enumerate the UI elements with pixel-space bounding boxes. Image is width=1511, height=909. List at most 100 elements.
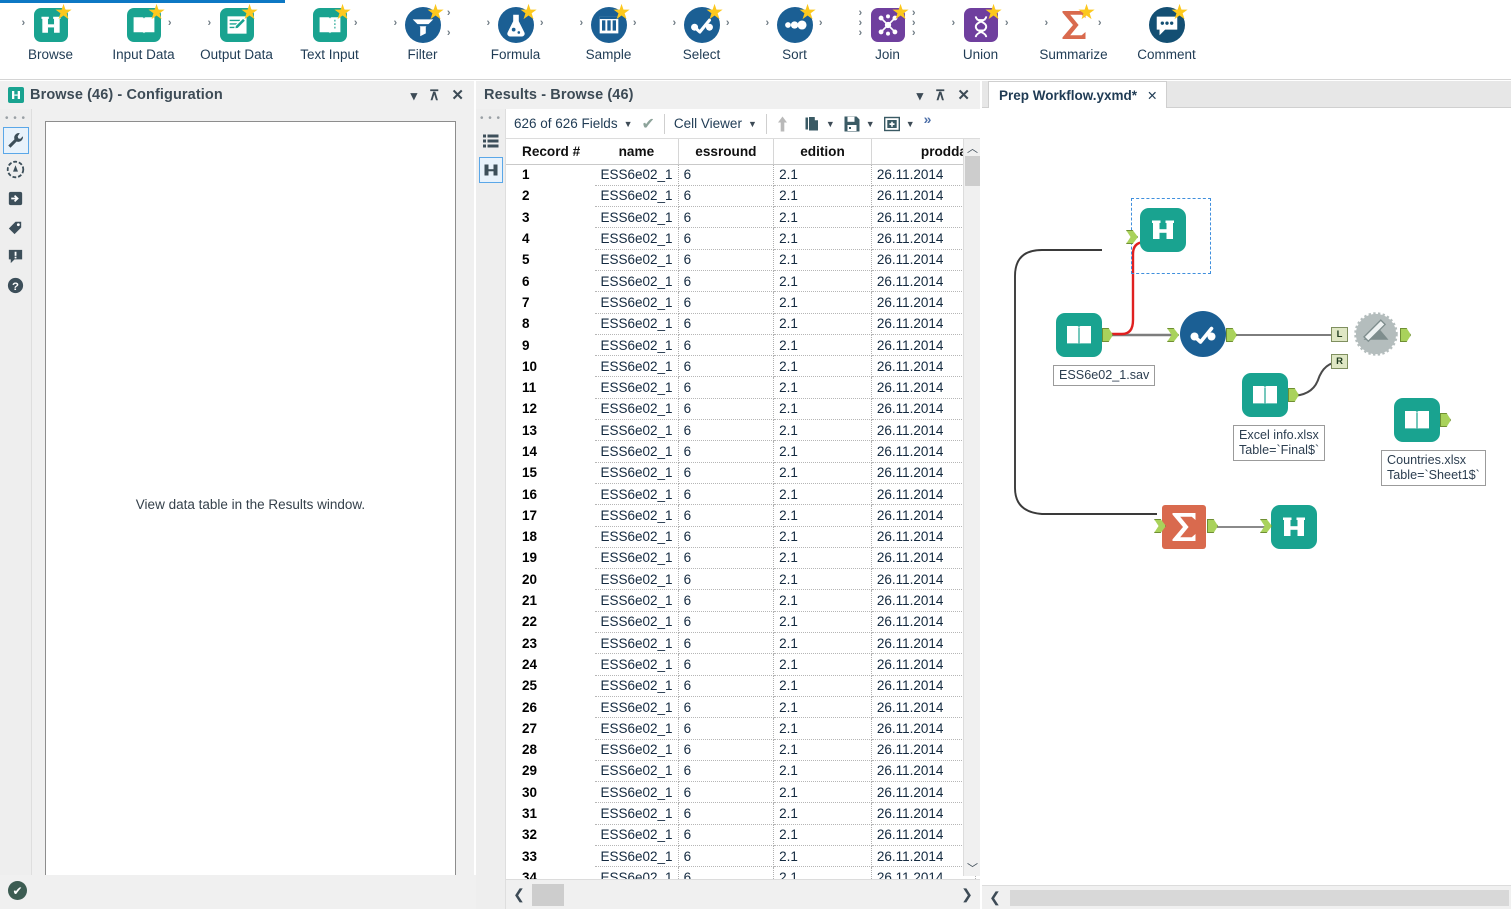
ribbon-tool-sample[interactable]: › › ★ Sample: [562, 0, 655, 72]
table-cell[interactable]: 6: [678, 313, 775, 335]
table-cell[interactable]: 6: [678, 270, 775, 293]
table-cell[interactable]: 6: [678, 568, 775, 591]
column-header[interactable]: proddat: [871, 139, 976, 165]
chevron-left-icon[interactable]: ❮: [506, 886, 532, 903]
table-cell[interactable]: 6: [678, 227, 775, 250]
table-cell[interactable]: 2.1: [773, 270, 872, 293]
input-anchor[interactable]: [1167, 328, 1179, 342]
ribbon-tool-text-input[interactable]: › ★ Text Input: [283, 0, 376, 72]
table-cell[interactable]: 26.11.2014: [871, 632, 977, 655]
record-number-cell[interactable]: 22: [506, 611, 595, 632]
table-cell[interactable]: 6: [678, 802, 775, 825]
table-cell[interactable]: ESS6e02_1: [595, 802, 679, 825]
table-cell[interactable]: 6: [678, 249, 775, 271]
table-cell[interactable]: ESS6e02_1: [595, 206, 679, 229]
record-number-cell[interactable]: 18: [506, 526, 595, 547]
table-cell[interactable]: 2.1: [773, 739, 872, 761]
favorite-star-icon[interactable]: ★: [611, 2, 633, 24]
canvas-node-select[interactable]: [1167, 311, 1237, 357]
table-row[interactable]: 24 ESS6e02_1 6 2.1 26.11.2014: [506, 653, 977, 676]
favorite-star-icon[interactable]: ★: [704, 2, 726, 24]
table-cell[interactable]: 2.1: [773, 483, 872, 506]
table-cell[interactable]: 2.1: [773, 227, 872, 250]
ribbon-tool-join[interactable]: › › › › › › ★ Join: [841, 0, 934, 72]
table-cell[interactable]: ESS6e02_1: [595, 760, 679, 783]
favorite-star-icon[interactable]: ★: [239, 2, 261, 24]
double-chevron-icon[interactable]: »: [924, 111, 932, 127]
table-cell[interactable]: 6: [678, 589, 775, 612]
table-cell[interactable]: 26.11.2014: [871, 185, 977, 208]
table-cell[interactable]: 2.1: [773, 653, 872, 676]
table-cell[interactable]: 2.1: [773, 313, 872, 335]
table-row[interactable]: 16 ESS6e02_1 6 2.1 26.11.2014: [506, 483, 977, 506]
table-row[interactable]: 23 ESS6e02_1 6 2.1 26.11.2014: [506, 632, 977, 655]
table-row[interactable]: 9 ESS6e02_1 6 2.1 26.11.2014: [506, 334, 977, 357]
chevron-down-icon[interactable]: ▾: [917, 89, 924, 102]
record-number-cell[interactable]: 6: [506, 270, 595, 291]
record-number-cell[interactable]: 24: [506, 654, 595, 675]
ribbon-tool-input-data[interactable]: › ★ Input Data: [97, 0, 190, 72]
table-cell[interactable]: 2.1: [773, 717, 872, 740]
table-cell[interactable]: 26.11.2014: [871, 334, 977, 357]
table-cell[interactable]: 26.11.2014: [871, 760, 977, 783]
table-row[interactable]: 7 ESS6e02_1 6 2.1 26.11.2014: [506, 291, 977, 314]
table-row[interactable]: 31 ESS6e02_1 6 2.1 26.11.2014: [506, 802, 977, 825]
column-header[interactable]: essround: [678, 139, 775, 165]
table-cell[interactable]: ESS6e02_1: [595, 313, 679, 335]
canvas-horizontal-scrollbar[interactable]: ❮: [982, 885, 1511, 909]
record-number-cell[interactable]: 14: [506, 441, 595, 462]
table-row[interactable]: 10 ESS6e02_1 6 2.1 26.11.2014: [506, 355, 977, 378]
list-icon[interactable]: [479, 128, 503, 154]
column-header[interactable]: edition: [773, 139, 872, 165]
ribbon-tool-comment[interactable]: ★ Comment: [1120, 0, 1213, 72]
table-cell[interactable]: 6: [678, 760, 775, 783]
table-cell[interactable]: 2.1: [773, 568, 872, 591]
results-data-grid[interactable]: Record # name essround edition proddat 1 ESS6…: [506, 139, 980, 909]
chevron-down-icon[interactable]: ▼: [906, 119, 915, 129]
favorite-star-icon[interactable]: ★: [425, 2, 447, 24]
scroll-thumb[interactable]: [965, 156, 980, 186]
table-cell[interactable]: ESS6e02_1: [595, 547, 679, 570]
ribbon-tool-output-data[interactable]: › ★ Output Data: [190, 0, 283, 72]
canvas-node-input-excel-info[interactable]: Excel info.xlsx Table=`Final$`: [1233, 373, 1326, 461]
record-number-cell[interactable]: 28: [506, 739, 595, 760]
table-row[interactable]: 8 ESS6e02_1 6 2.1 26.11.2014: [506, 313, 977, 335]
record-number-cell[interactable]: 13: [506, 420, 595, 441]
table-cell[interactable]: 6: [678, 164, 775, 186]
plus-box-icon[interactable]: [883, 116, 900, 132]
table-cell[interactable]: ESS6e02_1: [595, 398, 679, 421]
table-cell[interactable]: 6: [678, 334, 775, 357]
table-cell[interactable]: 6: [678, 653, 775, 676]
table-cell[interactable]: 6: [678, 376, 775, 399]
table-cell[interactable]: 6: [678, 845, 775, 868]
table-cell[interactable]: ESS6e02_1: [595, 483, 679, 506]
help-tab[interactable]: ?: [3, 272, 29, 299]
table-row[interactable]: 19 ESS6e02_1 6 2.1 26.11.2014: [506, 547, 977, 570]
table-cell[interactable]: ESS6e02_1: [595, 696, 679, 719]
table-cell[interactable]: 6: [678, 504, 775, 527]
output-anchor[interactable]: [1226, 328, 1237, 342]
table-cell[interactable]: ESS6e02_1: [595, 249, 679, 271]
table-cell[interactable]: ESS6e02_1: [595, 334, 679, 357]
record-number-cell[interactable]: 4: [506, 228, 595, 249]
favorite-star-icon[interactable]: ★: [983, 2, 1005, 24]
table-cell[interactable]: 26.11.2014: [871, 717, 977, 740]
table-cell[interactable]: 6: [678, 440, 775, 463]
favorite-star-icon[interactable]: ★: [332, 2, 354, 24]
record-number-cell[interactable]: 15: [506, 462, 595, 483]
table-cell[interactable]: ESS6e02_1: [595, 611, 679, 634]
record-number-cell[interactable]: 16: [506, 483, 595, 504]
table-cell[interactable]: 2.1: [773, 675, 872, 697]
record-number-cell[interactable]: 12: [506, 398, 595, 419]
record-number-cell[interactable]: 19: [506, 547, 595, 568]
table-cell[interactable]: ESS6e02_1: [595, 653, 679, 676]
sidebar-drag-dots[interactable]: • • •: [480, 113, 501, 125]
table-row[interactable]: 25 ESS6e02_1 6 2.1 26.11.2014: [506, 675, 977, 697]
table-cell[interactable]: 6: [678, 781, 775, 804]
record-number-cell[interactable]: 21: [506, 590, 595, 611]
table-row[interactable]: 29 ESS6e02_1 6 2.1 26.11.2014: [506, 760, 977, 783]
table-row[interactable]: 26 ESS6e02_1 6 2.1 26.11.2014: [506, 696, 977, 719]
record-number-cell[interactable]: 11: [506, 377, 595, 398]
table-cell[interactable]: 6: [678, 462, 775, 484]
chevron-right-icon[interactable]: ❯: [954, 886, 980, 903]
